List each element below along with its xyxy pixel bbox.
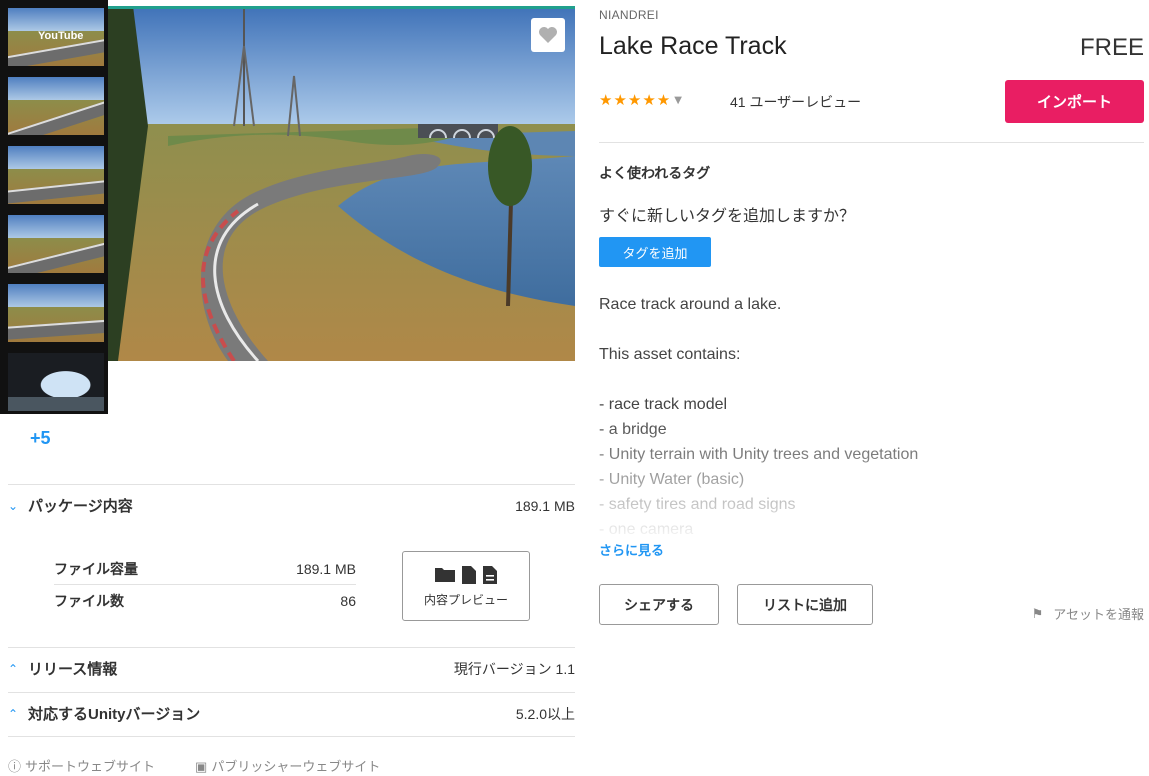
- footer-links: ⓘ サポートウェブサイト ▣ パブリッシャーウェブサイト: [8, 756, 380, 775]
- user-reviews-link[interactable]: 41 ユーザーレビュー: [730, 92, 861, 112]
- more-thumbnails-button[interactable]: +5: [30, 428, 51, 449]
- description-line: [599, 317, 1144, 342]
- file-count-row: ファイル数 86: [54, 585, 356, 617]
- report-asset-label: アセットを通報: [1053, 607, 1144, 622]
- divider: [8, 736, 575, 737]
- flag-icon: ⚑: [1031, 605, 1044, 621]
- support-website-link[interactable]: ⓘ サポートウェブサイト: [8, 756, 155, 775]
- thumbnail-image[interactable]: [8, 215, 104, 273]
- section-title: パッケージ内容: [28, 498, 133, 515]
- thumbnail-image[interactable]: [8, 146, 104, 204]
- external-link-icon: ▣: [195, 759, 208, 774]
- unity-version-header[interactable]: ⌃ 対応するUnityバージョン 5.2.0以上: [8, 692, 575, 734]
- description-line: - Unity Water (basic): [599, 471, 745, 488]
- rating-stars[interactable]: ★★★★★ ▼: [599, 91, 683, 109]
- add-to-list-button[interactable]: リストに追加: [737, 584, 873, 625]
- section-title: リリース情報: [28, 661, 118, 678]
- thumbnail-image[interactable]: [8, 77, 104, 135]
- file-count-label: ファイル数: [54, 593, 124, 609]
- document-icon: [483, 565, 497, 584]
- add-tag-prompt: すぐに新しいタグを追加しますか？: [599, 208, 856, 225]
- description-line: [599, 367, 1144, 392]
- report-asset-link[interactable]: ⚑ アセットを通報: [1032, 604, 1144, 623]
- unity-version-value: 5.2.0以上: [515, 705, 575, 722]
- description-line: This asset contains:: [599, 346, 741, 363]
- race-track-scene: [108, 6, 575, 361]
- file-icon: [462, 565, 476, 584]
- publisher-name[interactable]: NIANDREI: [599, 8, 659, 22]
- package-contents-header[interactable]: ⌄ パッケージ内容 189.1 MB: [8, 484, 575, 526]
- youtube-logo: YouTube: [38, 30, 84, 42]
- content-preview-label: 内容プレビュー: [423, 592, 508, 607]
- asset-title: Lake Race Track: [599, 32, 787, 60]
- chevron-up-icon: ⌃: [8, 661, 19, 676]
- release-info-header[interactable]: ⌃ リリース情報 現行バージョン 1.1: [8, 647, 575, 689]
- file-size-value: 189.1 MB: [296, 560, 356, 577]
- description-line: - Unity terrain with Unity trees and veg…: [599, 446, 919, 463]
- popular-tags-heading: よく使われるタグ: [599, 165, 711, 181]
- asset-description: Race track around a lake. This asset con…: [599, 292, 1144, 538]
- description-line: - one camera: [599, 521, 694, 538]
- description-line: Race track around a lake.: [599, 296, 782, 313]
- description-line: - safety tires and road signs: [599, 496, 796, 513]
- current-version: 現行バージョン 1.1: [453, 660, 575, 677]
- help-icon: ⓘ: [8, 759, 22, 774]
- import-button[interactable]: インポート: [1005, 80, 1144, 123]
- caret-down-icon: ▼: [674, 94, 683, 106]
- publisher-website-link[interactable]: ▣ パブリッシャーウェブサイト: [195, 756, 380, 775]
- file-size-row: ファイル容量 189.1 MB: [54, 553, 356, 585]
- description-line: - race track model: [599, 396, 728, 413]
- folder-icon: [435, 567, 455, 582]
- favorite-button[interactable]: [531, 18, 565, 52]
- star-icons: ★★★★★: [599, 91, 672, 109]
- heart-icon: [539, 27, 557, 43]
- file-info-table: ファイル容量 189.1 MB ファイル数 86: [54, 553, 356, 617]
- description-line: - a bridge: [599, 421, 667, 438]
- content-preview-button[interactable]: 内容プレビュー: [402, 551, 530, 621]
- thumbnail-strip: YouTube: [0, 0, 108, 414]
- section-title: 対応するUnityバージョン: [28, 706, 201, 723]
- divider: [599, 142, 1144, 143]
- add-tag-button[interactable]: タグを追加: [599, 237, 711, 267]
- main-preview-image[interactable]: [108, 6, 575, 361]
- file-count-value: 86: [340, 593, 356, 609]
- file-size-label: ファイル容量: [54, 560, 138, 577]
- package-size: 189.1 MB: [515, 497, 575, 514]
- thumbnail-image[interactable]: [8, 284, 104, 342]
- asset-price: FREE: [1079, 34, 1144, 61]
- share-button[interactable]: シェアする: [599, 584, 719, 625]
- thumbnail-image[interactable]: [8, 353, 104, 411]
- thumbnail-video[interactable]: YouTube: [8, 8, 104, 66]
- see-more-link[interactable]: さらに見る: [599, 540, 664, 559]
- chevron-down-icon: ⌄: [8, 498, 19, 513]
- chevron-up-icon: ⌃: [8, 706, 19, 721]
